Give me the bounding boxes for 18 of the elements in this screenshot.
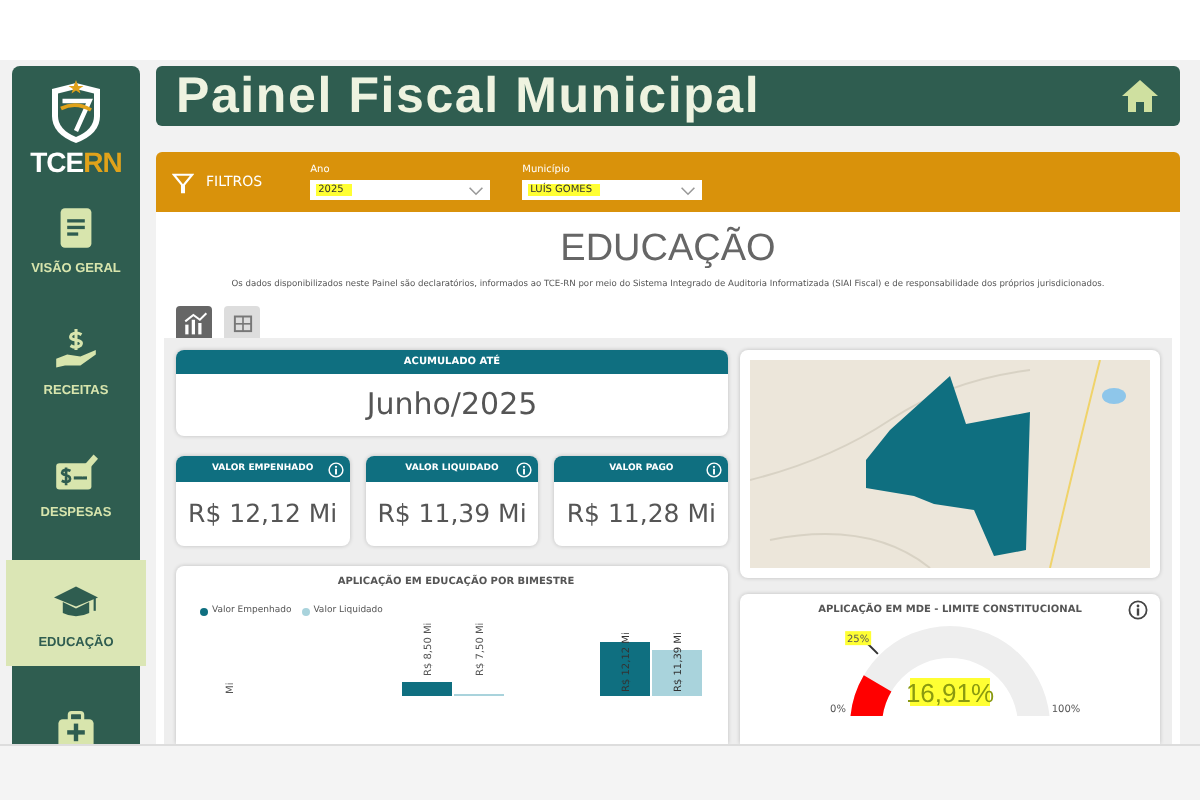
logo-text: TCERN (30, 146, 122, 178)
bar-chart-icon (181, 309, 207, 335)
accumulated-value: Junho/2025 (363, 384, 540, 426)
check-pen-icon (54, 450, 98, 494)
filter-icon (172, 171, 194, 193)
target-marker (867, 643, 879, 655)
chart-view-tab[interactable] (176, 306, 212, 338)
info-icon[interactable] (1128, 600, 1148, 620)
caret-icon (468, 185, 485, 195)
dollar-hand-icon (54, 328, 98, 372)
kpi-value: R$ 11,39 Mi (375, 496, 529, 532)
kpi-value: R$ 11,28 Mi (564, 496, 718, 532)
home-icon[interactable] (1120, 78, 1160, 114)
kpi-value: R$ 12,12 Mi (186, 496, 340, 532)
page-title: Painel Fiscal Municipal (176, 67, 761, 125)
section-title: EDUCAÇÃO (560, 228, 776, 272)
caret-icon (680, 185, 697, 195)
table-view-tab[interactable] (224, 306, 260, 338)
